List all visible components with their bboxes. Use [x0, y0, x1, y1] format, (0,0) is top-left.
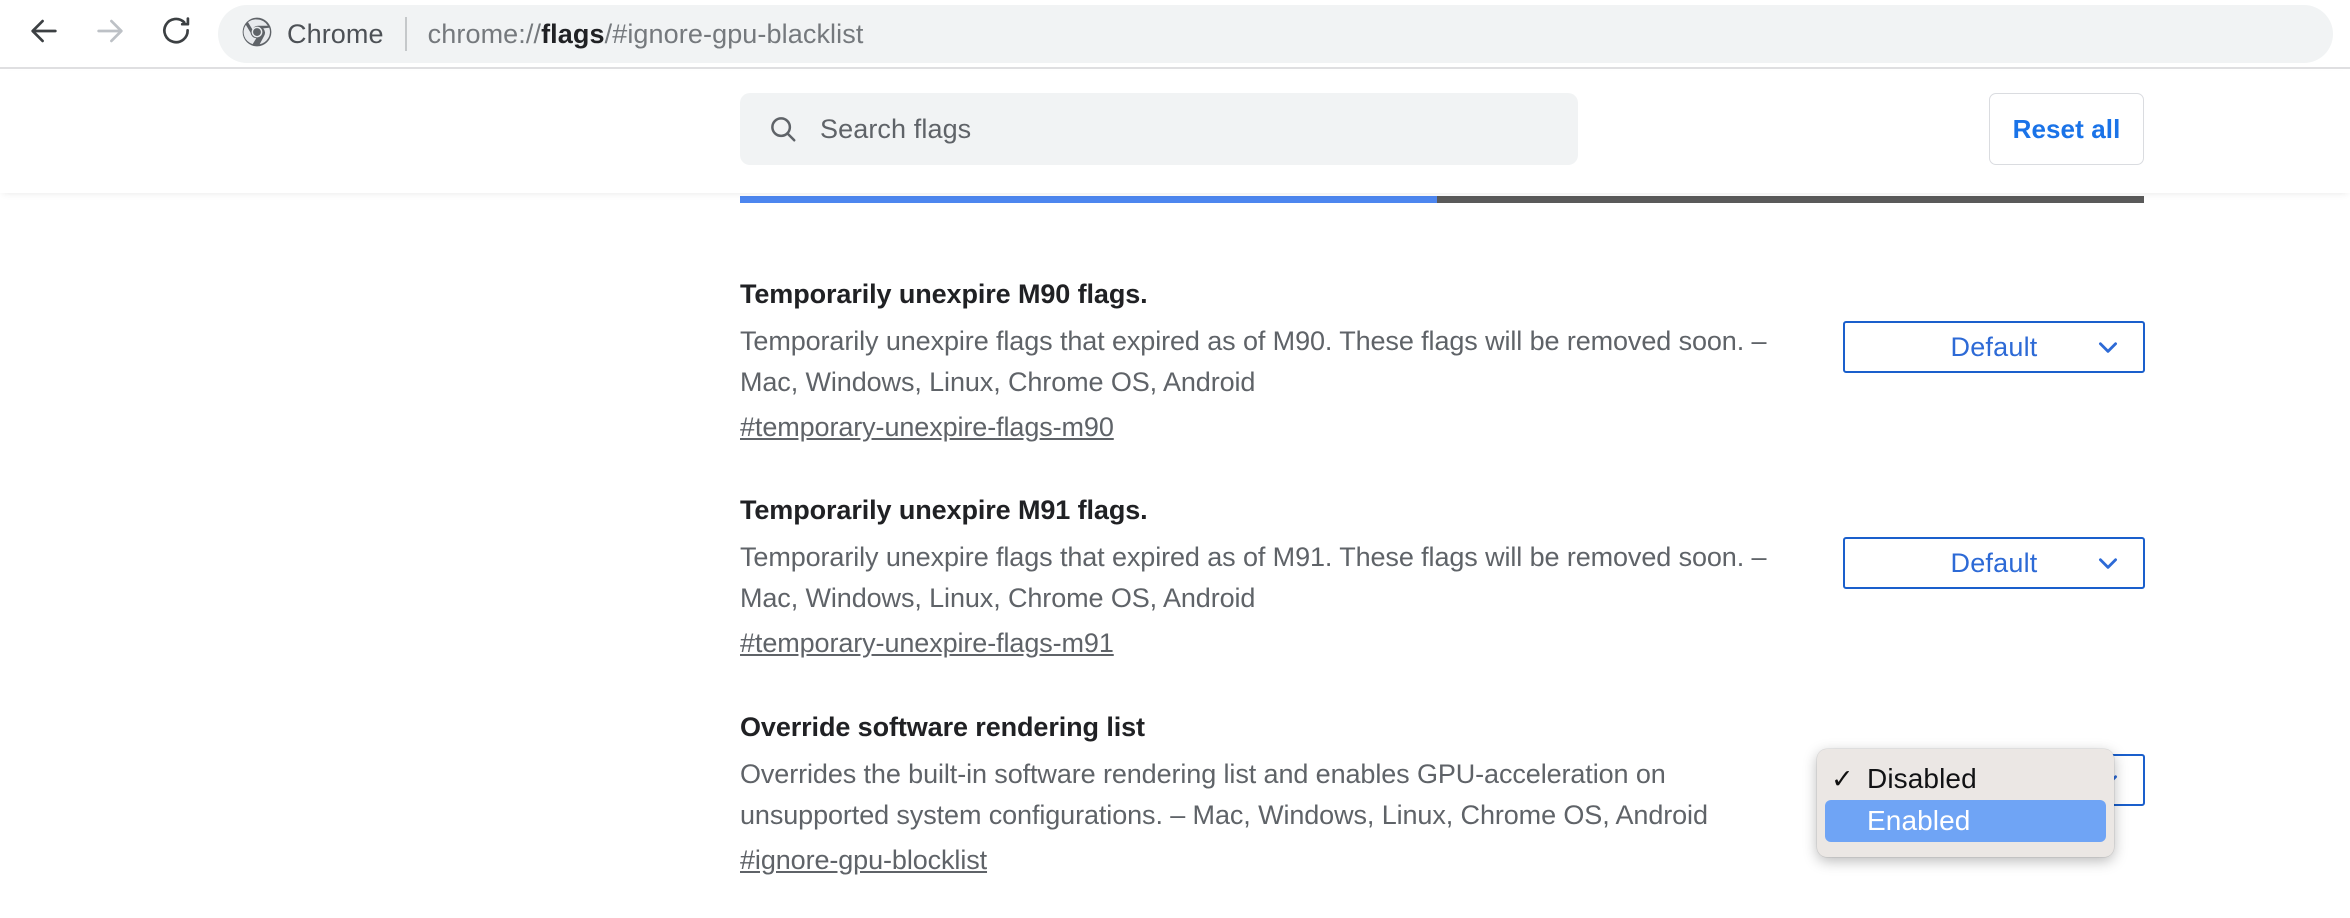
- flag-info: Override software rendering list Overrid…: [740, 708, 1815, 881]
- url-host: flags: [541, 19, 605, 49]
- address-bar[interactable]: Chrome chrome://flags/#ignore-gpu-blackl…: [218, 5, 2333, 63]
- omnibox-brand-label: Chrome: [287, 19, 384, 50]
- flag-select-container: Default: [1843, 275, 2145, 373]
- flag-title: Temporarily unexpire M90 flags.: [740, 275, 1815, 313]
- flag-title: Temporarily unexpire M91 flags.: [740, 491, 1815, 529]
- flag-description: Temporarily unexpire flags that expired …: [740, 321, 1815, 403]
- omnibox-url: chrome://flags/#ignore-gpu-blacklist: [428, 19, 864, 50]
- url-path: /#ignore-gpu-blacklist: [605, 19, 864, 49]
- back-button[interactable]: [18, 8, 70, 60]
- flag-select-value: Default: [1951, 332, 2038, 363]
- tab-indicator-active: [740, 196, 1437, 203]
- flag-permalink[interactable]: #ignore-gpu-blocklist: [740, 840, 987, 881]
- checkmark-icon: ✓: [1831, 764, 1867, 795]
- flag-description: Overrides the built-in software renderin…: [740, 754, 1815, 836]
- flag-permalink[interactable]: #temporary-unexpire-flags-m91: [740, 623, 1114, 664]
- flag-description: Temporarily unexpire flags that expired …: [740, 537, 1815, 619]
- url-scheme: chrome://: [428, 19, 541, 49]
- dropdown-option-disabled[interactable]: ✓ Disabled: [1825, 758, 2106, 800]
- dropdown-option-label: Disabled: [1867, 763, 1977, 795]
- flag-select-container: Default: [1843, 491, 2145, 589]
- flag-info: Temporarily unexpire M90 flags. Temporar…: [740, 275, 1815, 448]
- chevron-down-icon: [2095, 334, 2121, 360]
- flag-title: Override software rendering list: [740, 708, 1815, 746]
- tab-indicator-bar: [740, 196, 2144, 203]
- dropdown-option-enabled[interactable]: Enabled: [1825, 800, 2106, 842]
- reset-all-button[interactable]: Reset all: [1989, 93, 2144, 165]
- flag-state-select[interactable]: Default: [1843, 321, 2145, 373]
- flag-info: Temporarily unexpire M91 flags. Temporar…: [740, 491, 1815, 664]
- flag-state-dropdown-menu[interactable]: ✓ Disabled Enabled: [1817, 749, 2114, 857]
- flag-state-select[interactable]: Default: [1843, 537, 2145, 589]
- search-input[interactable]: Search flags: [740, 93, 1578, 165]
- forward-button[interactable]: [84, 8, 136, 60]
- flags-page-header: Search flags Reset all: [0, 71, 2350, 193]
- search-icon: [768, 114, 798, 144]
- flag-row: Temporarily unexpire M91 flags. Temporar…: [0, 491, 2350, 664]
- reload-button[interactable]: [150, 8, 202, 60]
- flag-row: Temporarily unexpire M90 flags. Temporar…: [0, 275, 2350, 448]
- reload-icon: [159, 14, 193, 53]
- omnibox-divider: [405, 17, 407, 51]
- arrow-right-icon: [93, 14, 127, 53]
- browser-toolbar: Chrome chrome://flags/#ignore-gpu-blackl…: [0, 0, 2350, 69]
- chrome-logo-icon: [242, 17, 272, 52]
- dropdown-option-label: Enabled: [1867, 805, 1970, 837]
- chevron-down-icon: [2095, 550, 2121, 576]
- search-placeholder-text: Search flags: [820, 114, 971, 145]
- arrow-left-icon: [27, 14, 61, 53]
- flag-permalink[interactable]: #temporary-unexpire-flags-m90: [740, 407, 1114, 448]
- flag-select-value: Default: [1951, 548, 2038, 579]
